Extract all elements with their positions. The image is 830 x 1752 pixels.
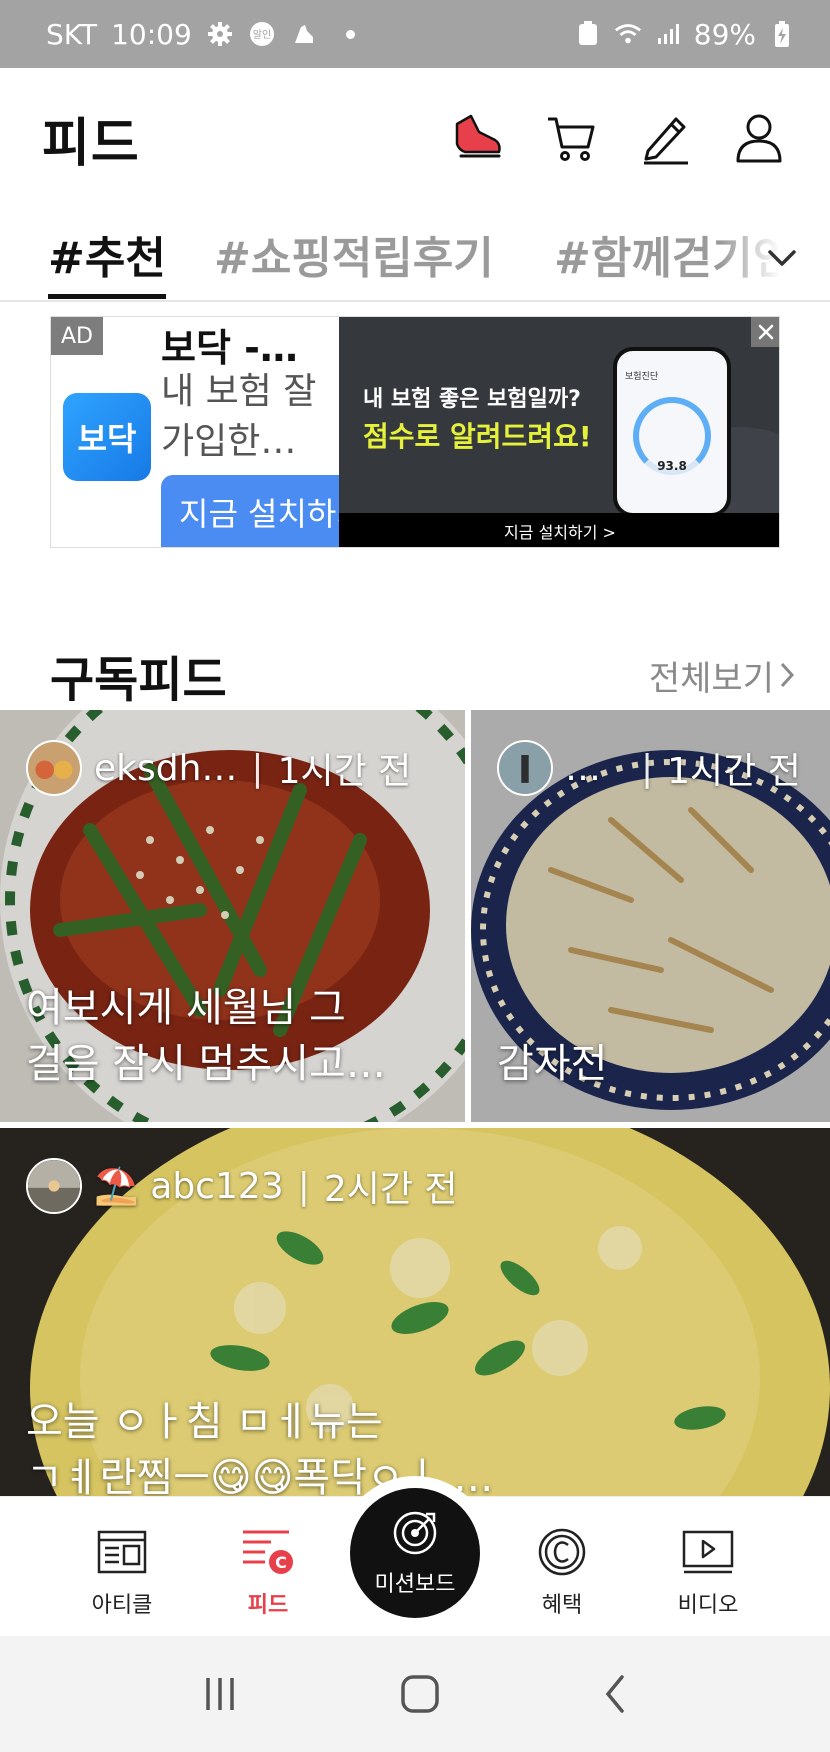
author-name[interactable]: ⛱️ abc123 <box>94 1165 284 1207</box>
author-name[interactable]: eksdh… <box>94 748 237 789</box>
nav-article[interactable]: 아티클 <box>52 1497 192 1637</box>
nav-label: 아티클 <box>91 1593 153 1618</box>
battery-charging-icon <box>768 20 796 48</box>
coin-icon <box>535 1527 589 1577</box>
ad-app-panel: AD 보닥 보닥 -… 내 보험 잘 가입한… 지금 설치하기 <box>51 317 341 547</box>
feed-card[interactable]: ⛱️ abc123 | 2시간 전 오늘 ㅇㅏ침 ㅁㅔ뉴는 ㄱㅖ란찜ㅡ😋😋폭닥ㅇ… <box>0 1128 830 1496</box>
install-button[interactable]: 지금 설치하기 <box>161 475 341 547</box>
pencil-icon[interactable] <box>636 109 694 167</box>
wifi-icon <box>614 20 642 48</box>
sale-badge-text: 알인 <box>253 29 271 41</box>
chevron-right-icon <box>780 662 795 688</box>
page-title: 피드 <box>42 113 140 174</box>
nav-feed[interactable]: C 피드 <box>198 1497 338 1637</box>
hashtag-tabs: #추천 #쇼핑적립후기 #함께걷기인증 <box>0 212 830 302</box>
active-tab-indicator <box>48 294 166 299</box>
card-author-row: ⛱️ abc123 | 2시간 전 <box>26 1158 458 1214</box>
card-author-row: eksdh… | 1시간 전 <box>26 740 411 796</box>
nav-benefit[interactable]: 혜택 <box>492 1497 632 1637</box>
meta-separator: | <box>251 747 264 789</box>
feed-card[interactable]: … | 1시간 전 감자전 <box>471 710 830 1122</box>
recycle-icon <box>574 20 602 48</box>
profile-icon[interactable] <box>730 109 788 167</box>
ad-banner[interactable]: AD 보닥 보닥 -… 내 보험 잘 가입한… 지금 설치하기 내 보험 좋은 … <box>50 316 780 548</box>
feed-card[interactable]: eksdh… | 1시간 전 여보시게 세월님 그 걸음 잠시 멈추시고… <box>0 710 465 1122</box>
nav-label: 미션보드 <box>374 1572 456 1597</box>
system-nav-bar <box>0 1636 830 1752</box>
carrier-label: SKT <box>46 17 98 51</box>
feed-icon: C <box>241 1527 295 1577</box>
signal-icon <box>654 20 682 48</box>
nav-video[interactable]: 비디오 <box>638 1497 778 1637</box>
notification-dot-icon <box>345 29 355 39</box>
svg-text:C: C <box>275 1553 287 1572</box>
post-time: 1시간 전 <box>277 751 412 792</box>
avatar[interactable] <box>26 740 82 796</box>
chevron-down-icon[interactable] <box>762 238 802 278</box>
gear-icon <box>206 20 234 48</box>
home-icon[interactable] <box>399 1673 441 1715</box>
status-bar: SKT 10:09 알인 89% <box>0 0 830 68</box>
target-icon <box>393 1511 437 1555</box>
tab-shopping-review[interactable]: #쇼핑적립후기 <box>214 222 494 286</box>
ad-app-description: 내 보험 잘 가입한… <box>161 371 317 462</box>
card-author-row: … | 1시간 전 <box>497 740 801 796</box>
phone-mockup: 보험진단 93.8 <box>613 347 731 517</box>
battery-percent: 89% <box>693 17 756 51</box>
back-icon[interactable] <box>600 1673 630 1715</box>
app-logo: 보닥 <box>63 393 151 481</box>
mission-board-button[interactable]: 미션보드 <box>350 1488 480 1618</box>
article-icon <box>95 1527 149 1577</box>
ad-cta[interactable]: 지금 설치하기 > <box>339 513 779 547</box>
shoe-notification-icon <box>290 20 318 48</box>
sneaker-icon[interactable] <box>448 109 506 167</box>
nav-label: 비디오 <box>677 1593 739 1618</box>
avatar[interactable] <box>26 1158 82 1214</box>
see-all-label: 전체보기 <box>648 658 774 699</box>
card-caption: 감자전 <box>497 1041 608 1087</box>
phone-title: 보험진단 <box>625 372 659 382</box>
ad-tag: AD <box>51 317 103 355</box>
close-icon[interactable] <box>751 317 779 347</box>
meta-separator: | <box>297 1165 310 1207</box>
ad-image[interactable]: 내 보험 좋은 보험일까? 점수로 알려드려요! 보험진단 93.8 지금 설치… <box>339 317 779 547</box>
author-name[interactable]: … <box>565 748 601 789</box>
nav-label: 피드 <box>247 1593 289 1618</box>
phone-score: 93.8 <box>657 459 687 473</box>
see-all-link[interactable]: 전체보기 <box>649 651 796 700</box>
sale-badge-icon: 알인 <box>248 20 276 48</box>
section-title: 구독피드 <box>50 652 227 708</box>
app-header: 피드 <box>0 68 830 208</box>
avatar[interactable] <box>497 740 553 796</box>
clock: 10:09 <box>111 17 192 51</box>
ad-app-name: 보닥 -… <box>161 326 298 370</box>
tab-recommend[interactable]: #추천 <box>48 222 166 286</box>
video-icon <box>681 1527 735 1577</box>
post-time: 1시간 전 <box>667 751 801 792</box>
recent-apps-icon[interactable] <box>200 1674 240 1714</box>
post-time: 2시간 전 <box>323 1169 458 1210</box>
cart-icon[interactable] <box>542 109 600 167</box>
subscription-feed-header: 구독피드 전체보기 <box>50 640 796 710</box>
card-caption: 여보시게 세월님 그 걸음 잠시 멈추시고… <box>26 985 386 1087</box>
meta-separator: | <box>641 747 654 789</box>
nav-label: 혜택 <box>541 1593 583 1618</box>
